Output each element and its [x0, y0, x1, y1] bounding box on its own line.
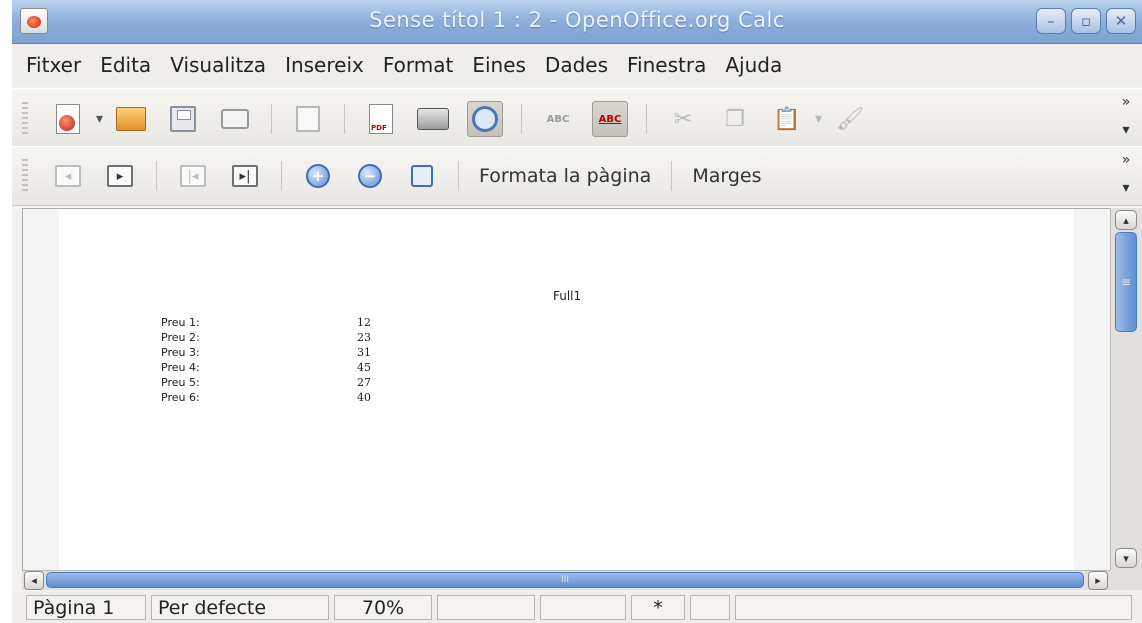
row-value: 27 — [357, 376, 371, 389]
preview-data-table: Preu 1: 12 Preu 2: 23 Preu 3: 31 Preu 4: 45 … — [161, 315, 371, 405]
page-preview-toolbar: ◂ ▸ |◂ ▸| + − Formata la pàgina Marges »… — [12, 146, 1142, 206]
next-page-icon[interactable]: ▸ — [102, 158, 138, 194]
paste-icon[interactable]: 📋 — [769, 101, 805, 137]
toolbar-separator — [458, 161, 459, 191]
toolbar-grip[interactable] — [22, 102, 28, 136]
table-row: Preu 6: 40 — [161, 390, 371, 405]
scroll-down-icon[interactable]: ▾ — [1115, 548, 1137, 568]
margins-button[interactable]: Marges — [682, 165, 771, 187]
window-controls: – ▫ ✕ — [1036, 8, 1136, 34]
row-value: 31 — [357, 346, 371, 359]
page-margin-right — [1074, 209, 1110, 570]
row-label: Preu 6: — [161, 391, 200, 404]
zoom-out-icon[interactable]: − — [352, 158, 388, 194]
spellcheck-icon[interactable]: ABC — [540, 101, 576, 137]
row-label: Preu 4: — [161, 361, 200, 374]
row-value: 40 — [357, 391, 371, 404]
copy-icon[interactable]: ❐ — [717, 101, 753, 137]
window-title: Sense títol 1 : 2 - OpenOffice.org Calc — [369, 8, 785, 32]
last-page-icon[interactable]: ▸| — [227, 158, 263, 194]
row-value: 12 — [357, 316, 371, 329]
menu-dades[interactable]: Dades — [545, 53, 608, 77]
toolbar-separator — [521, 104, 523, 134]
scrollbar-corner — [1110, 570, 1142, 590]
vertical-scrollbar[interactable]: ▴ ≡ ▾ — [1110, 208, 1142, 570]
menu-insereix[interactable]: Insereix — [285, 53, 364, 77]
scroll-left-icon[interactable]: ◂ — [24, 571, 44, 590]
save-icon[interactable] — [165, 101, 201, 137]
toolbar-separator — [671, 161, 673, 191]
toolbar-separator — [271, 104, 273, 134]
scroll-right-icon[interactable]: ▸ — [1088, 571, 1108, 590]
toolbar-separator — [344, 104, 346, 134]
status-bar: Pàgina 1 Per defecte 70% * — [12, 592, 1142, 623]
new-dropdown-icon[interactable]: ▾ — [96, 111, 103, 127]
minimize-icon[interactable]: – — [1036, 8, 1066, 34]
table-row: Preu 5: 27 — [161, 375, 371, 390]
status-modified: * — [631, 595, 685, 620]
vertical-scroll-thumb[interactable]: ≡ — [1115, 232, 1137, 332]
menu-ajuda[interactable]: Ajuda — [725, 53, 782, 77]
autospellcheck-icon[interactable]: ABC — [592, 101, 629, 137]
toolbar-separator — [156, 161, 157, 191]
table-row: Preu 2: 23 — [161, 330, 371, 345]
table-row: Preu 1: 12 — [161, 315, 371, 330]
menu-finestra[interactable]: Finestra — [627, 53, 706, 77]
toolbar-grip[interactable] — [22, 159, 28, 193]
row-value: 23 — [357, 331, 371, 344]
row-value: 45 — [357, 361, 371, 374]
standard-toolbar: ▾ ABC ABC ✂ ❐ 📋 ▾ 🖌 »▾ — [12, 88, 1142, 150]
scroll-up-icon[interactable]: ▴ — [1115, 210, 1137, 230]
menu-fitxer[interactable]: Fitxer — [26, 53, 81, 77]
page-header-sheet-name: Full1 — [553, 289, 582, 303]
previous-page-icon[interactable]: ◂ — [50, 158, 86, 194]
menu-format[interactable]: Format — [383, 53, 453, 77]
status-signature[interactable] — [690, 595, 730, 620]
status-sum — [735, 595, 1132, 620]
export-pdf-icon[interactable] — [363, 101, 399, 137]
row-label: Preu 1: — [161, 316, 200, 329]
menu-visualitza[interactable]: Visualitza — [170, 53, 266, 77]
row-label: Preu 5: — [161, 376, 200, 389]
window-left-edge — [0, 0, 12, 623]
cut-icon[interactable]: ✂ — [665, 101, 701, 137]
paste-dropdown-icon[interactable]: ▾ — [815, 111, 822, 127]
email-icon[interactable] — [217, 101, 253, 137]
table-row: Preu 4: 45 — [161, 360, 371, 375]
full-screen-icon[interactable] — [404, 158, 440, 194]
toolbar-overflow-icon[interactable]: » ▾ — [1116, 95, 1136, 143]
title-bar[interactable]: Sense títol 1 : 2 - OpenOffice.org Calc … — [12, 0, 1142, 44]
status-page: Pàgina 1 — [26, 595, 146, 620]
menu-edita[interactable]: Edita — [100, 53, 151, 77]
menu-eines[interactable]: Eines — [472, 53, 526, 77]
new-document-icon[interactable] — [50, 101, 86, 137]
toolbar-overflow-icon[interactable]: » ▾ — [1116, 153, 1136, 201]
table-row: Preu 3: 31 — [161, 345, 371, 360]
horizontal-scroll-thumb[interactable]: III — [46, 572, 1084, 588]
zoom-in-icon[interactable]: + — [300, 158, 336, 194]
row-label: Preu 3: — [161, 346, 200, 359]
edit-file-icon[interactable] — [290, 101, 326, 137]
open-folder-icon[interactable] — [113, 101, 149, 137]
print-icon[interactable] — [415, 101, 451, 137]
page-preview-icon[interactable] — [467, 101, 504, 137]
status-zoom[interactable]: 70% — [334, 595, 432, 620]
menu-bar: Fitxer Edita Visualitza Insereix Format … — [12, 44, 1142, 86]
maximize-icon[interactable]: ▫ — [1071, 8, 1101, 34]
row-label: Preu 2: — [161, 331, 200, 344]
status-selection-mode[interactable] — [540, 595, 626, 620]
close-icon[interactable]: ✕ — [1106, 8, 1136, 34]
toolbar-separator — [281, 161, 282, 191]
first-page-icon[interactable]: |◂ — [175, 158, 211, 194]
format-paintbrush-icon[interactable]: 🖌 — [832, 101, 868, 137]
page-preview-area[interactable]: Full1 Preu 1: 12 Preu 2: 23 Preu 3: 31 Preu… — [22, 208, 1110, 570]
toolbar-separator — [646, 104, 648, 134]
format-page-button[interactable]: Formata la pàgina — [469, 165, 661, 187]
status-insert-mode[interactable] — [437, 595, 535, 620]
page-margin-left — [23, 209, 59, 570]
horizontal-scrollbar[interactable]: ◂ III ▸ — [22, 570, 1110, 590]
status-page-style[interactable]: Per defecte — [151, 595, 329, 620]
